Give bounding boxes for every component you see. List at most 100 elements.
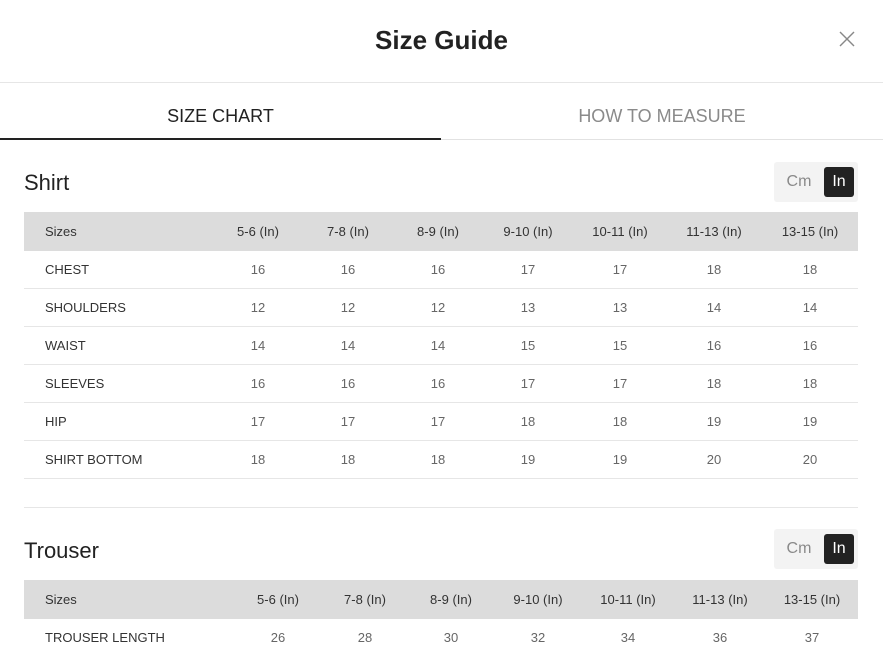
table-cell: 14 xyxy=(666,288,762,327)
table-header-row: Sizes 5-6 (In) 7-8 (In) 8-9 (In) 9-10 (I… xyxy=(24,212,858,251)
table-cell: 34 xyxy=(582,619,674,655)
table-header-cell: Sizes xyxy=(24,580,234,619)
table-cell: 18 xyxy=(762,364,858,403)
table-cell: 18 xyxy=(482,402,574,441)
table-header-cell: 11-13 (In) xyxy=(674,580,766,619)
table-row: SLEEVES 16 16 16 17 17 18 18 xyxy=(24,364,858,403)
table-cell: 26 xyxy=(234,619,322,655)
table-header-cell: 10-11 (In) xyxy=(574,212,666,251)
table-cell: 13 xyxy=(482,288,574,327)
table-cell: 18 xyxy=(214,440,302,479)
section-divider xyxy=(24,507,858,508)
table-cell: 20 xyxy=(762,440,858,479)
table-cell: 19 xyxy=(762,402,858,441)
table-row: WAIST 14 14 14 15 15 16 16 xyxy=(24,326,858,365)
table-row: SHIRT BOTTOM 18 18 18 19 19 20 20 xyxy=(24,440,858,479)
trouser-unit-cm-option[interactable]: Cm xyxy=(780,534,818,564)
shirt-unit-in-option[interactable]: In xyxy=(824,167,854,197)
row-label: SHIRT BOTTOM xyxy=(24,440,214,479)
table-cell: 16 xyxy=(666,326,762,365)
table-cell: 16 xyxy=(762,326,858,365)
table-row: SHOULDERS 12 12 12 13 13 14 14 xyxy=(24,288,858,327)
table-cell: 12 xyxy=(302,288,394,327)
table-cell: 17 xyxy=(482,251,574,289)
table-cell: 17 xyxy=(214,402,302,441)
table-cell: 37 xyxy=(766,619,858,655)
table-cell: 18 xyxy=(666,364,762,403)
row-label: TROUSER LENGTH xyxy=(24,619,234,655)
table-header-cell: 9-10 (In) xyxy=(494,580,582,619)
close-button[interactable] xyxy=(837,29,857,49)
table-cell: 18 xyxy=(302,440,394,479)
table-cell: 12 xyxy=(214,288,302,327)
table-header-cell: 5-6 (In) xyxy=(214,212,302,251)
modal-header: Size Guide xyxy=(0,0,883,83)
shirt-unit-toggle: Cm In xyxy=(774,162,858,202)
table-row: HIP 17 17 17 18 18 19 19 xyxy=(24,402,858,441)
table-header-cell: 11-13 (In) xyxy=(666,212,762,251)
row-label: CHEST xyxy=(24,251,214,289)
table-cell: 18 xyxy=(574,402,666,441)
table-header-cell: 8-9 (In) xyxy=(408,580,494,619)
table-cell: 16 xyxy=(302,364,394,403)
table-cell: 18 xyxy=(666,251,762,289)
table-row: CHEST 16 16 16 17 17 18 18 xyxy=(24,251,858,289)
table-cell: 17 xyxy=(574,364,666,403)
table-cell: 19 xyxy=(666,402,762,441)
table-cell: 13 xyxy=(574,288,666,327)
tab-bar: SIZE CHART HOW TO MEASURE xyxy=(0,83,883,140)
table-cell: 14 xyxy=(214,326,302,365)
table-cell: 16 xyxy=(214,364,302,403)
table-cell: 16 xyxy=(214,251,302,289)
row-label: WAIST xyxy=(24,326,214,365)
table-cell: 16 xyxy=(394,364,482,403)
table-header-cell: Sizes xyxy=(24,212,214,251)
table-cell: 17 xyxy=(302,402,394,441)
trouser-unit-in-option[interactable]: In xyxy=(824,534,854,564)
table-header-cell: 10-11 (In) xyxy=(582,580,674,619)
table-cell: 28 xyxy=(322,619,408,655)
table-cell: 19 xyxy=(482,440,574,479)
table-cell: 16 xyxy=(302,251,394,289)
table-cell: 14 xyxy=(394,326,482,365)
table-header-cell: 7-8 (In) xyxy=(302,212,394,251)
table-header-cell: 9-10 (In) xyxy=(482,212,574,251)
table-cell: 30 xyxy=(408,619,494,655)
tab-how-to-measure[interactable]: HOW TO MEASURE xyxy=(441,83,883,139)
table-cell: 15 xyxy=(574,326,666,365)
table-header-cell: 5-6 (In) xyxy=(234,580,322,619)
shirt-size-table: Sizes 5-6 (In) 7-8 (In) 8-9 (In) 9-10 (I… xyxy=(24,212,858,479)
table-row: TROUSER LENGTH 26 28 30 32 34 36 37 xyxy=(24,619,858,655)
shirt-section-title: Shirt xyxy=(24,170,70,195)
close-icon xyxy=(837,29,857,49)
table-cell: 14 xyxy=(302,326,394,365)
size-guide-modal: Size Guide SIZE CHART HOW TO MEASURE Shi… xyxy=(0,0,883,655)
table-header-row: Sizes 5-6 (In) 7-8 (In) 8-9 (In) 9-10 (I… xyxy=(24,580,858,619)
table-header-cell: 7-8 (In) xyxy=(322,580,408,619)
table-cell: 17 xyxy=(574,251,666,289)
table-cell: 36 xyxy=(674,619,766,655)
table-header-cell: 13-15 (In) xyxy=(766,580,858,619)
table-cell: 14 xyxy=(762,288,858,327)
table-cell: 32 xyxy=(494,619,582,655)
table-cell: 20 xyxy=(666,440,762,479)
row-label: HIP xyxy=(24,402,214,441)
table-header-cell: 8-9 (In) xyxy=(394,212,482,251)
trouser-unit-toggle: Cm In xyxy=(774,529,858,569)
table-cell: 17 xyxy=(482,364,574,403)
table-cell: 15 xyxy=(482,326,574,365)
trouser-size-table: Sizes 5-6 (In) 7-8 (In) 8-9 (In) 9-10 (I… xyxy=(24,580,858,655)
table-cell: 12 xyxy=(394,288,482,327)
trouser-section-title: Trouser xyxy=(24,538,99,563)
table-header-cell: 13-15 (In) xyxy=(762,212,858,251)
row-label: SLEEVES xyxy=(24,364,214,403)
shirt-unit-cm-option[interactable]: Cm xyxy=(780,167,818,197)
table-cell: 17 xyxy=(394,402,482,441)
table-cell: 16 xyxy=(394,251,482,289)
table-cell: 18 xyxy=(394,440,482,479)
table-cell: 18 xyxy=(762,251,858,289)
modal-title: Size Guide xyxy=(375,25,508,55)
table-cell: 19 xyxy=(574,440,666,479)
tab-size-chart[interactable]: SIZE CHART xyxy=(0,83,441,140)
row-label: SHOULDERS xyxy=(24,288,214,327)
